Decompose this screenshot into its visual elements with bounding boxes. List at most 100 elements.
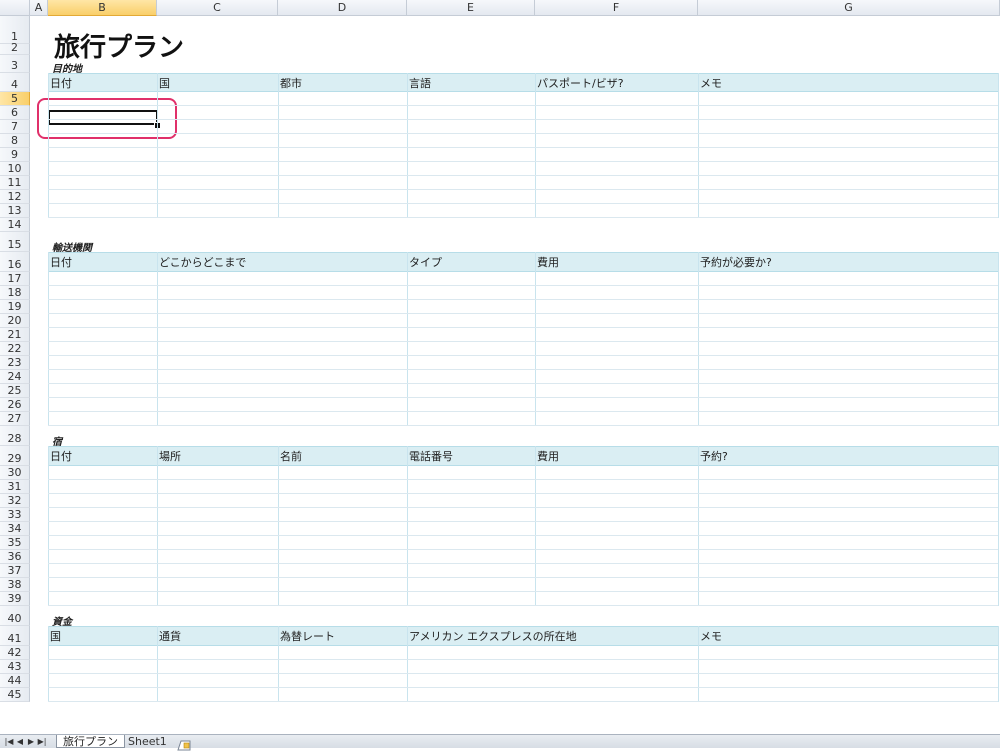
- row-header-21[interactable]: 21: [0, 328, 30, 342]
- table-header-cell[interactable]: アメリカン エクスプレスの所在地: [407, 627, 698, 645]
- row-header-3[interactable]: 3: [0, 55, 30, 73]
- row-header-24[interactable]: 24: [0, 370, 30, 384]
- row-header-29[interactable]: 29: [0, 446, 30, 466]
- tab-nav-button-2[interactable]: ▶: [26, 736, 36, 747]
- table-header-cell[interactable]: どこからどこまで: [157, 253, 407, 271]
- grid-line-vertical: [407, 626, 408, 702]
- row-header-35[interactable]: 35: [0, 536, 30, 550]
- table-header-cell[interactable]: 国: [157, 74, 278, 91]
- column-header-d[interactable]: D: [278, 0, 407, 16]
- column-header-c[interactable]: C: [157, 0, 278, 16]
- row-header-11[interactable]: 11: [0, 176, 30, 190]
- row-header-15[interactable]: 15: [0, 232, 30, 252]
- grid-line-vertical: [157, 73, 158, 218]
- table-header-cell[interactable]: 名前: [278, 447, 407, 465]
- row-header-13[interactable]: 13: [0, 204, 30, 218]
- grid-line-vertical: [535, 446, 536, 606]
- row-header-38[interactable]: 38: [0, 578, 30, 592]
- table-header-cell[interactable]: 日付: [48, 253, 157, 271]
- row-header-14[interactable]: 14: [0, 218, 30, 232]
- grid-line-horizontal: [48, 327, 998, 328]
- table-header-cell[interactable]: タイプ: [407, 253, 535, 271]
- column-header-b[interactable]: B: [48, 0, 157, 16]
- table-header-cell[interactable]: 予約が必要か?: [698, 253, 1000, 271]
- table-header-cell[interactable]: メモ: [698, 627, 1000, 645]
- row-header-7[interactable]: 7: [0, 120, 30, 134]
- row-header-43[interactable]: 43: [0, 660, 30, 674]
- row-header-10[interactable]: 10: [0, 162, 30, 176]
- row-header-19[interactable]: 19: [0, 300, 30, 314]
- insert-sheet-icon[interactable]: [176, 736, 194, 751]
- row-header-39[interactable]: 39: [0, 592, 30, 606]
- table-header-cell[interactable]: 場所: [157, 447, 278, 465]
- grid-line-horizontal: [48, 549, 998, 550]
- row-header-16[interactable]: 16: [0, 252, 30, 272]
- column-header-f[interactable]: F: [535, 0, 698, 16]
- grid-line-horizontal: [48, 493, 998, 494]
- row-header-40[interactable]: 40: [0, 606, 30, 626]
- select-all-corner[interactable]: [0, 0, 30, 16]
- row-header-25[interactable]: 25: [0, 384, 30, 398]
- sheet-title[interactable]: 旅行プラン: [54, 27, 184, 64]
- row-header-37[interactable]: 37: [0, 564, 30, 578]
- grid-line-vertical: [48, 446, 49, 606]
- row-header-8[interactable]: 8: [0, 134, 30, 148]
- table-header-cell[interactable]: メモ: [698, 74, 1000, 91]
- row-header-22[interactable]: 22: [0, 342, 30, 356]
- row-header-34[interactable]: 34: [0, 522, 30, 536]
- grid-line-horizontal: [48, 189, 998, 190]
- grid-line-horizontal: [48, 479, 998, 480]
- row-header-31[interactable]: 31: [0, 480, 30, 494]
- grid-line-horizontal: [48, 133, 998, 134]
- row-header-5[interactable]: 5: [0, 92, 30, 106]
- row-header-23[interactable]: 23: [0, 356, 30, 370]
- row-header-32[interactable]: 32: [0, 494, 30, 508]
- grid-line-vertical: [157, 626, 158, 702]
- table-header-cell[interactable]: 電話番号: [407, 447, 535, 465]
- table-header-cell[interactable]: 日付: [48, 74, 157, 91]
- row-header-12[interactable]: 12: [0, 190, 30, 204]
- row-header-42[interactable]: 42: [0, 646, 30, 660]
- row-header-26[interactable]: 26: [0, 398, 30, 412]
- row-header-33[interactable]: 33: [0, 508, 30, 522]
- tab-nav-button-0[interactable]: |◀: [4, 736, 14, 747]
- column-header-g[interactable]: G: [698, 0, 1000, 16]
- row-header-1[interactable]: 1: [0, 16, 30, 44]
- grid-line-horizontal: [48, 299, 998, 300]
- grid-line-horizontal: [48, 673, 998, 674]
- row-header-41[interactable]: 41: [0, 626, 30, 646]
- row-header-18[interactable]: 18: [0, 286, 30, 300]
- table-header-cell[interactable]: 言語: [407, 74, 535, 91]
- column-header-e[interactable]: E: [407, 0, 535, 16]
- row-header-6[interactable]: 6: [0, 106, 30, 120]
- tab-nav-button-1[interactable]: ◀: [15, 736, 25, 747]
- grid-line-horizontal: [48, 175, 998, 176]
- column-header-a[interactable]: A: [30, 0, 48, 16]
- table-header-row: 日付国都市 言語 パスポート/ビザ? メモ: [48, 73, 998, 92]
- tab-nav-button-3[interactable]: ▶|: [37, 736, 47, 747]
- row-header-44[interactable]: 44: [0, 674, 30, 688]
- spreadsheet-grid[interactable]: ABCDEFG 1 2 3 4 5 6 7 8 9 10 11 12 13 14 15 16 17 18 19 20 2…: [0, 0, 1000, 734]
- table-header-cell[interactable]: 予約?: [698, 447, 1000, 465]
- table-header-cell[interactable]: 費用: [535, 253, 698, 271]
- row-header-36[interactable]: 36: [0, 550, 30, 564]
- row-header-17[interactable]: 17: [0, 272, 30, 286]
- row-header-30[interactable]: 30: [0, 466, 30, 480]
- row-header-2[interactable]: 2: [0, 42, 30, 55]
- table-header-cell[interactable]: 費用: [535, 447, 698, 465]
- table-header-cell[interactable]: 国: [48, 627, 157, 645]
- sheet-tab-0[interactable]: 旅行プラン: [56, 735, 125, 748]
- row-header-4[interactable]: 4: [0, 73, 30, 92]
- table-header-cell[interactable]: 都市: [278, 74, 407, 91]
- table-header-cell[interactable]: 通貨: [157, 627, 278, 645]
- table-header-cell[interactable]: パスポート/ビザ?: [535, 74, 698, 91]
- row-header-20[interactable]: 20: [0, 314, 30, 328]
- row-header-27[interactable]: 27: [0, 412, 30, 426]
- row-header-28[interactable]: 28: [0, 426, 30, 446]
- sheet-tab-1[interactable]: Sheet1: [122, 735, 173, 748]
- row-header-9[interactable]: 9: [0, 148, 30, 162]
- row-header-45[interactable]: 45: [0, 688, 30, 702]
- table-header-cell[interactable]: 為替レート: [278, 627, 407, 645]
- table-header-cell[interactable]: 日付: [48, 447, 157, 465]
- grid-line-vertical: [698, 446, 699, 606]
